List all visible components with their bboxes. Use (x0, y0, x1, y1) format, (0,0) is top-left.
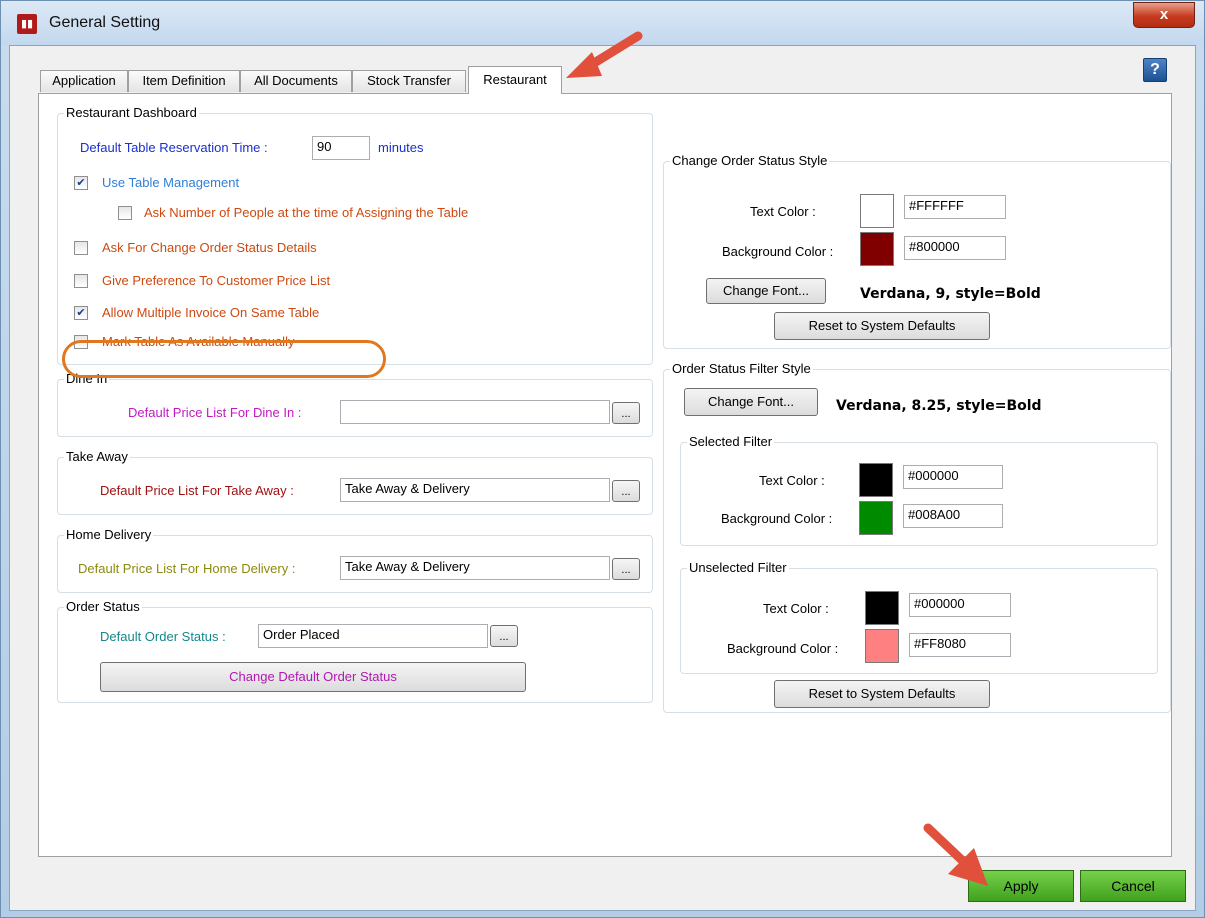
ask-people-label: Ask Number of People at the time of Assi… (144, 205, 469, 220)
use-table-management-label: Use Table Management (102, 175, 240, 190)
unsel-bg-color-swatch[interactable] (865, 629, 899, 663)
cos-font-description: Verdana, 9, style=Bold (860, 286, 1041, 302)
take-away-title: Take Away (64, 449, 130, 465)
change-default-order-status-button[interactable]: Change Default Order Status (100, 662, 526, 692)
reservation-time-label: Default Table Reservation Time : (80, 140, 268, 155)
dine-in-browse-button[interactable]: ... (612, 402, 640, 424)
mark-available-label: Mark Table As Available Manually (102, 334, 295, 349)
mark-available-checkbox[interactable] (74, 335, 88, 349)
home-delivery-browse-button[interactable]: ... (612, 558, 640, 580)
home-delivery-group: Home Delivery Default Price List For Hom… (57, 527, 653, 593)
restaurant-tab-page: Restaurant Dashboard Default Table Reser… (38, 93, 1172, 857)
annotation-arrow-icon (566, 31, 643, 78)
sel-bg-color-input[interactable]: #008A00 (903, 504, 1003, 528)
app-icon: ▮▮ (17, 14, 37, 34)
order-status-title: Order Status (64, 599, 142, 615)
unsel-text-color-swatch[interactable] (865, 591, 899, 625)
sel-bg-color-label: Background Color : (721, 511, 833, 526)
window-title: General Setting (49, 14, 161, 31)
unsel-text-color-input[interactable]: #000000 (909, 593, 1011, 617)
dine-in-title: Dine In (64, 371, 110, 387)
default-order-status-input[interactable]: Order Placed (258, 624, 488, 648)
general-setting-window: ▮▮ General Setting x Application Item De… (0, 0, 1205, 918)
ask-people-checkbox[interactable] (118, 206, 132, 220)
unselected-filter-title: Unselected Filter (687, 560, 789, 576)
cos-reset-button[interactable]: Reset to System Defaults (774, 312, 990, 340)
unsel-bg-color-input[interactable]: #FF8080 (909, 633, 1011, 657)
unselected-filter-group: Unselected Filter Text Color : #000000 B… (680, 560, 1158, 674)
cos-text-color-label: Text Color : (750, 204, 816, 219)
sel-text-color-label: Text Color : (759, 473, 825, 488)
cos-bg-color-swatch[interactable] (860, 232, 894, 266)
cos-text-color-input[interactable]: #FFFFFF (904, 195, 1006, 219)
give-preference-checkbox[interactable] (74, 274, 88, 288)
order-status-filter-style-group: Order Status Filter Style Change Font...… (663, 361, 1171, 713)
selected-filter-group: Selected Filter Text Color : #000000 Bac… (680, 434, 1158, 546)
change-order-status-style-title: Change Order Status Style (670, 153, 830, 169)
dine-in-price-list-input[interactable] (340, 400, 610, 424)
annotation-arrow-apply-icon (923, 823, 988, 886)
take-away-browse-button[interactable]: ... (612, 480, 640, 502)
cos-text-color-swatch[interactable] (860, 194, 894, 228)
take-away-group: Take Away Default Price List For Take Aw… (57, 449, 653, 515)
unsel-text-color-label: Text Color : (763, 601, 829, 616)
cos-change-font-button[interactable]: Change Font... (706, 278, 826, 304)
tab-item-definition[interactable]: Item Definition (128, 70, 240, 92)
unsel-bg-color-label: Background Color : (727, 641, 839, 656)
take-away-price-list-input[interactable]: Take Away & Delivery (340, 478, 610, 502)
dialog-client-area: Application Item Definition All Document… (9, 31, 1196, 911)
home-delivery-title: Home Delivery (64, 527, 154, 543)
dine-in-price-list-label: Default Price List For Dine In : (128, 405, 302, 420)
order-status-browse-button[interactable]: ... (490, 625, 518, 647)
change-order-status-style-group: Change Order Status Style Text Color : #… (663, 153, 1171, 349)
tab-application[interactable]: Application (40, 70, 128, 92)
give-preference-label: Give Preference To Customer Price List (102, 273, 331, 288)
cos-bg-color-label: Background Color : (722, 244, 834, 259)
ask-change-status-label: Ask For Change Order Status Details (102, 240, 317, 255)
cos-bg-color-input[interactable]: #800000 (904, 236, 1006, 260)
allow-multiple-invoice-checkbox[interactable]: ✔ (74, 306, 88, 320)
cancel-button[interactable]: Cancel (1080, 870, 1186, 902)
sel-bg-color-swatch[interactable] (859, 501, 893, 535)
take-away-price-list-label: Default Price List For Take Away : (100, 483, 294, 498)
tab-all-documents[interactable]: All Documents (240, 70, 352, 92)
restaurant-dashboard-title: Restaurant Dashboard (64, 105, 199, 121)
allow-multiple-invoice-label: Allow Multiple Invoice On Same Table (102, 305, 320, 320)
help-button[interactable]: ? (1143, 58, 1167, 82)
tab-restaurant[interactable]: Restaurant (468, 66, 562, 94)
order-status-filter-style-title: Order Status Filter Style (670, 361, 813, 377)
reservation-time-input[interactable]: 90 (312, 136, 370, 160)
reservation-unit-label: minutes (378, 140, 424, 155)
default-order-status-label: Default Order Status : (100, 629, 226, 644)
use-table-management-checkbox[interactable]: ✔ (74, 176, 88, 190)
home-delivery-price-list-input[interactable]: Take Away & Delivery (340, 556, 610, 580)
osf-change-font-button[interactable]: Change Font... (684, 388, 818, 416)
home-delivery-price-list-label: Default Price List For Home Delivery : (78, 561, 296, 576)
ask-change-status-checkbox[interactable] (74, 241, 88, 255)
osf-font-description: Verdana, 8.25, style=Bold (836, 398, 1042, 414)
osf-reset-button[interactable]: Reset to System Defaults (774, 680, 990, 708)
sel-text-color-swatch[interactable] (859, 463, 893, 497)
restaurant-dashboard-group: Restaurant Dashboard Default Table Reser… (57, 105, 653, 365)
sel-text-color-input[interactable]: #000000 (903, 465, 1003, 489)
order-status-group: Order Status Default Order Status : Orde… (57, 599, 653, 703)
selected-filter-title: Selected Filter (687, 434, 775, 450)
dine-in-group: Dine In Default Price List For Dine In :… (57, 371, 653, 437)
close-button[interactable]: x (1133, 2, 1195, 28)
tab-stock-transfer[interactable]: Stock Transfer (352, 70, 466, 92)
